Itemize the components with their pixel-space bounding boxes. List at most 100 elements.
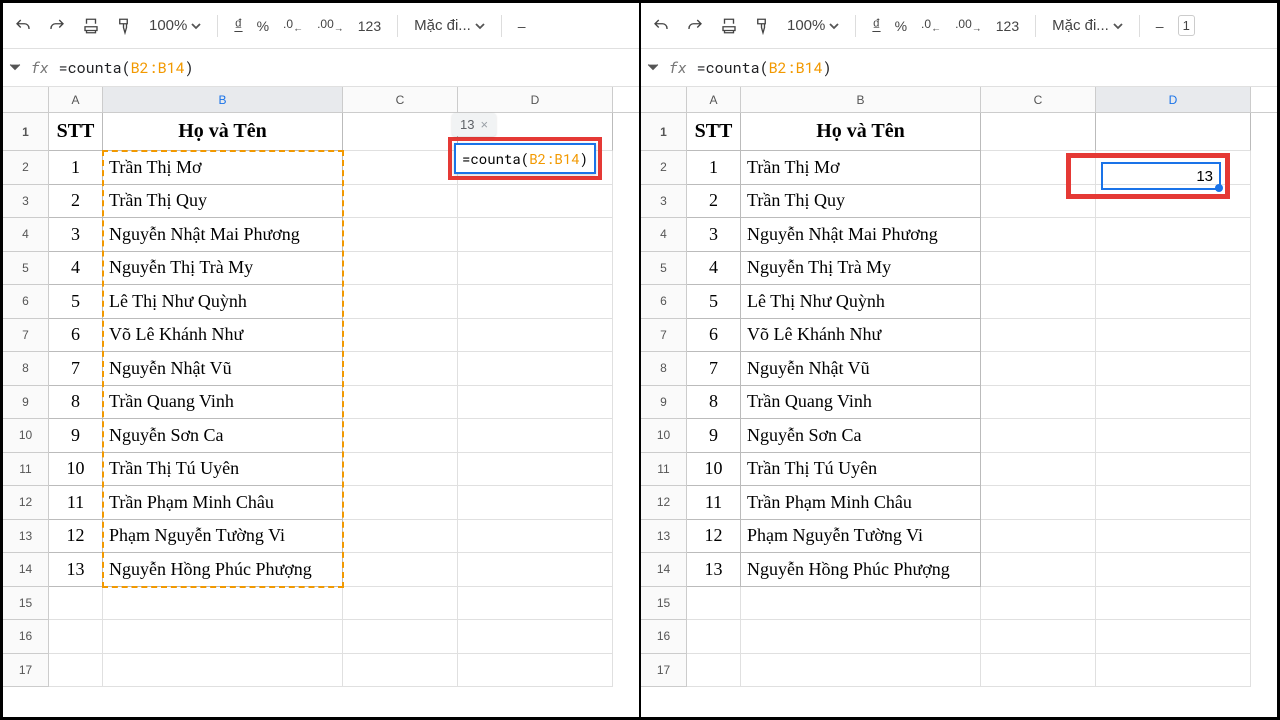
cell-stt[interactable]: 6 [49,319,103,353]
currency-button[interactable]: ₫ [872,17,880,35]
cell-stt[interactable]: 6 [687,319,741,353]
formula-bar[interactable]: fx =counta(B2:B14) [641,49,1277,87]
col-D[interactable]: D [1096,87,1251,112]
decrease-decimal-button[interactable]: .0← [283,17,303,34]
cell-stt[interactable]: 10 [49,453,103,487]
active-cell[interactable]: 13 [1101,162,1221,190]
col-C[interactable]: C [981,87,1096,112]
cell-stt[interactable]: 3 [687,218,741,252]
cell-name[interactable]: Phạm Nguyễn Tường Vi [741,520,981,554]
paint-format-icon[interactable] [753,16,773,36]
col-C[interactable]: C [343,87,458,112]
cell-stt[interactable]: 12 [49,520,103,554]
font-size-decrease-button[interactable]: – [518,18,526,34]
font-size-decrease-button[interactable]: – [1156,18,1164,34]
number-format-button[interactable]: 123 [996,18,1019,34]
cell-stt[interactable]: 1 [49,151,103,185]
number-format-button[interactable]: 123 [358,18,381,34]
cell-name[interactable]: Lê Thị Như Quỳnh [103,285,343,319]
formula-bar[interactable]: fx =counta(B2:B14) [3,49,639,87]
cell-name[interactable]: Trần Quang Vinh [741,386,981,420]
paint-format-icon[interactable] [115,16,135,36]
cell-name[interactable]: Phạm Nguyễn Tường Vi [103,520,343,554]
cell-name[interactable]: Trần Thị Quy [741,185,981,219]
increase-decimal-button[interactable]: .00→ [955,17,982,34]
cell-name[interactable]: Nguyễn Hồng Phúc Phượng [741,553,981,587]
percent-button[interactable]: % [257,18,269,34]
column-headers: A B C D [641,87,1277,113]
zoom-dropdown[interactable]: 100% [149,17,201,34]
cell-stt[interactable]: 13 [687,553,741,587]
redo-icon[interactable] [47,16,67,36]
currency-button[interactable]: ₫ [234,17,242,35]
col-B[interactable]: B [103,87,343,112]
cell-stt[interactable]: 4 [687,252,741,286]
grid-right[interactable]: 1STTHọ và Tên21Trần Thị Mơ32Trần Thị Quy… [641,113,1277,717]
cell-name[interactable]: Nguyễn Hồng Phúc Phượng [103,553,343,587]
cell-name[interactable]: Trần Quang Vinh [103,386,343,420]
cell-name[interactable]: Nguyễn Thị Trà My [741,252,981,286]
select-all-corner[interactable] [3,87,49,112]
formula-input[interactable]: =counta(B2:B14) [59,58,194,78]
formula-preview-tooltip: 13× [452,113,496,136]
col-A[interactable]: A [687,87,741,112]
cell-stt[interactable]: 11 [49,486,103,520]
cell-editor[interactable]: =counta(B2:B14) [454,143,596,174]
cell-name[interactable]: Nguyễn Sơn Ca [103,419,343,453]
cell-stt[interactable]: 5 [687,285,741,319]
cell-name[interactable]: Nguyễn Nhật Vũ [103,352,343,386]
cell-name[interactable]: Lê Thị Như Quỳnh [741,285,981,319]
increase-decimal-button[interactable]: .00→ [317,17,344,34]
decrease-decimal-button[interactable]: .0← [921,17,941,34]
cell-name[interactable]: Nguyễn Nhật Vũ [741,352,981,386]
col-B[interactable]: B [741,87,981,112]
cell-name[interactable]: Trần Thị Tú Uyên [741,453,981,487]
cell-stt[interactable]: 2 [49,185,103,219]
font-dropdown[interactable]: Mặc đi... [414,17,485,34]
font-size-box[interactable]: 1 [1178,15,1195,36]
cell-stt[interactable]: 13 [49,553,103,587]
cell-stt[interactable]: 2 [687,185,741,219]
cell-stt[interactable]: 3 [49,218,103,252]
undo-icon[interactable] [651,16,671,36]
zoom-dropdown[interactable]: 100% [787,17,839,34]
font-dropdown[interactable]: Mặc đi... [1052,17,1123,34]
print-icon[interactable] [81,16,101,36]
cell-stt[interactable]: 4 [49,252,103,286]
cell-name[interactable]: Trần Thị Quy [103,185,343,219]
undo-icon[interactable] [13,16,33,36]
cell-stt[interactable]: 8 [49,386,103,420]
cell-name[interactable]: Võ Lê Khánh Như [103,319,343,353]
cell-stt[interactable]: 11 [687,486,741,520]
cell-name[interactable]: Trần Thị Mơ [103,151,343,185]
cell-stt[interactable]: 7 [49,352,103,386]
select-all-corner[interactable] [641,87,687,112]
print-icon[interactable] [719,16,739,36]
formula-input[interactable]: =counta(B2:B14) [697,58,832,78]
cell-stt[interactable]: 10 [687,453,741,487]
cell-stt[interactable]: 9 [687,419,741,453]
cell-name[interactable]: Nguyễn Sơn Ca [741,419,981,453]
cell-name[interactable]: Nguyễn Nhật Mai Phương [741,218,981,252]
cell-stt[interactable]: 1 [687,151,741,185]
cell-name[interactable]: Võ Lê Khánh Như [741,319,981,353]
col-A[interactable]: A [49,87,103,112]
redo-icon[interactable] [685,16,705,36]
cell-name[interactable]: Trần Phạm Minh Châu [741,486,981,520]
grid-left[interactable]: 1STTHọ và Tên21Trần Thị Mơ32Trần Thị Quy… [3,113,639,717]
name-box-arrow-icon[interactable] [9,58,21,78]
cell-stt[interactable]: 12 [687,520,741,554]
cell-stt[interactable]: 8 [687,386,741,420]
cell-stt[interactable]: 9 [49,419,103,453]
percent-button[interactable]: % [895,18,907,34]
col-D[interactable]: D [458,87,613,112]
cell-stt[interactable]: 7 [687,352,741,386]
name-box-arrow-icon[interactable] [647,58,659,78]
cell-stt[interactable]: 5 [49,285,103,319]
cell-name[interactable]: Trần Thị Tú Uyên [103,453,343,487]
cell-name[interactable]: Trần Phạm Minh Châu [103,486,343,520]
cell-name[interactable]: Trần Thị Mơ [741,151,981,185]
close-icon[interactable]: × [480,117,488,132]
cell-name[interactable]: Nguyễn Thị Trà My [103,252,343,286]
cell-name[interactable]: Nguyễn Nhật Mai Phương [103,218,343,252]
